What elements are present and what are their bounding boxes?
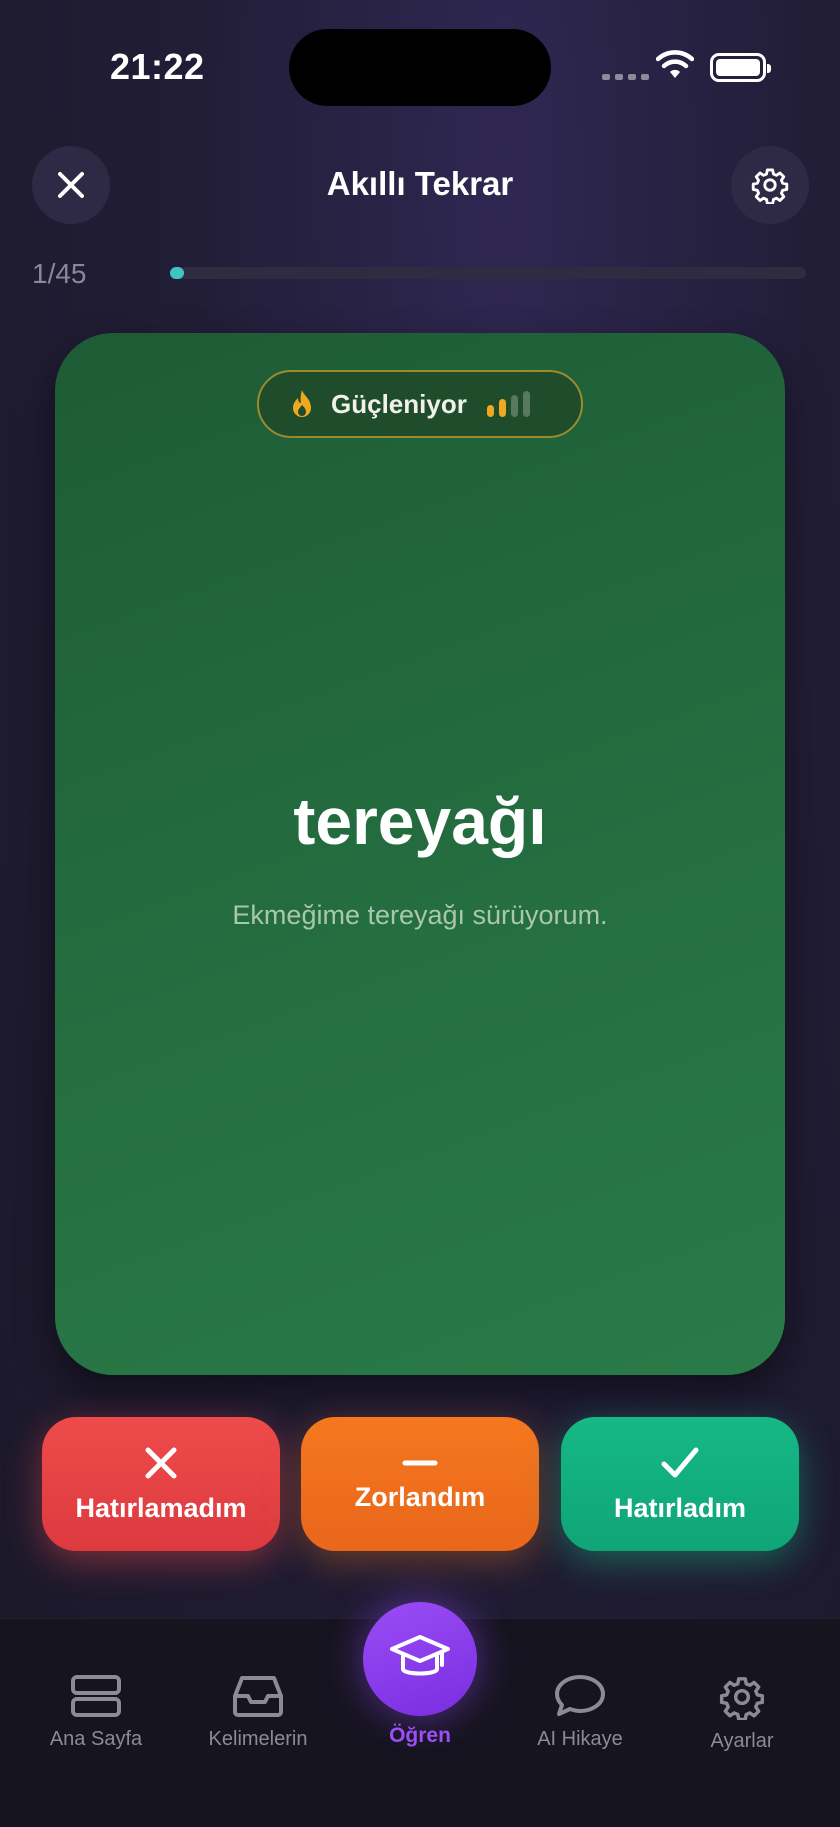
strength-bars <box>486 391 530 417</box>
struggled-button[interactable]: Zorlandım <box>301 1417 539 1551</box>
gear-icon <box>751 168 789 204</box>
strength-badge: Güçleniyor <box>257 370 583 438</box>
strength-bar <box>486 405 494 417</box>
x-icon <box>145 1447 177 1478</box>
progress-counter: 1/45 <box>32 258 87 289</box>
wifi-icon <box>656 50 694 78</box>
minus-icon <box>402 1460 438 1465</box>
tab-learn[interactable] <box>363 1602 477 1716</box>
settings-button[interactable] <box>731 146 809 224</box>
remembered-button[interactable]: Hatırladım <box>561 1417 799 1551</box>
struggled-label: Zorlandım <box>354 1481 486 1512</box>
not-remembered-button[interactable]: Hatırlamadım <box>42 1417 280 1551</box>
strength-label: Güçleniyor <box>331 388 467 419</box>
status-time: 21:22 <box>110 46 205 87</box>
cellular-signal-icon <box>602 74 649 80</box>
graduation-cap-icon <box>390 1635 450 1676</box>
strength-bar <box>498 399 506 417</box>
flame-icon <box>293 390 311 417</box>
check-icon <box>661 1447 699 1477</box>
flashcard-word: tereyağı <box>293 784 547 858</box>
strength-bar <box>510 395 518 417</box>
progress-bar <box>170 267 806 279</box>
strength-bar <box>522 391 530 417</box>
flashcard[interactable]: Güçleniyor tereyağı Ekmeğime tereyağı sü… <box>55 333 785 1375</box>
home-stack-icon <box>71 1675 121 1717</box>
page-title: Akıllı Tekrar <box>326 165 514 202</box>
gear-icon <box>719 1677 765 1720</box>
battery-icon <box>710 53 771 82</box>
remembered-label: Hatırladım <box>613 1492 747 1523</box>
not-remembered-label: Hatırlamadım <box>75 1492 247 1523</box>
inbox-icon <box>233 1676 283 1717</box>
flashcard-example: Ekmeğime tereyağı sürüyorum. <box>232 900 608 930</box>
progress-fill <box>170 267 184 279</box>
status-bar: 21:22 <box>0 0 840 120</box>
dynamic-island <box>289 29 551 106</box>
tab-learn-label: Öğren <box>389 1724 451 1747</box>
chat-bubble-icon <box>555 1675 605 1716</box>
